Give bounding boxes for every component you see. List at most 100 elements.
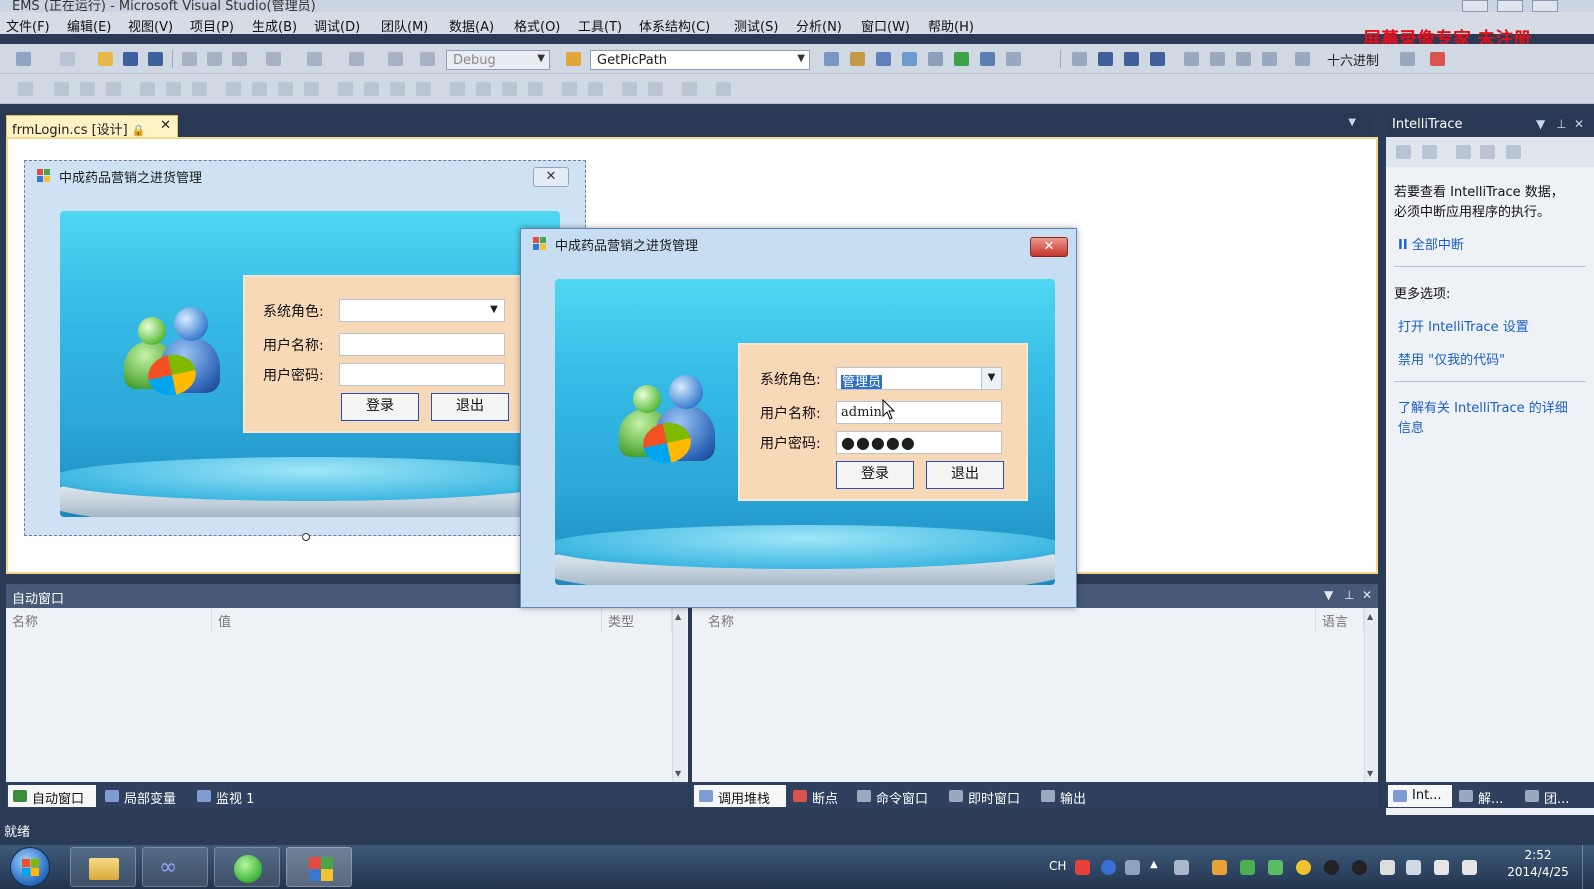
tab-breakpoints[interactable]: 断点 bbox=[788, 785, 852, 807]
add-item-icon[interactable] bbox=[60, 52, 75, 66]
solution-config-select[interactable]: Debug ▼ bbox=[446, 50, 550, 70]
close-tab-button[interactable]: ✕ bbox=[160, 118, 171, 133]
username-input[interactable]: admin bbox=[836, 401, 1002, 424]
step-out-icon[interactable] bbox=[1262, 52, 1277, 66]
navigate-forward-icon[interactable] bbox=[388, 52, 403, 66]
navigate-icon[interactable] bbox=[349, 52, 364, 66]
pin-icon[interactable]: ⊥ bbox=[1344, 588, 1354, 602]
center-horizontally-icon[interactable] bbox=[562, 82, 577, 96]
ems-app-icon[interactable] bbox=[286, 847, 352, 887]
device-icon[interactable] bbox=[1406, 860, 1421, 875]
break-all-icon[interactable] bbox=[1098, 52, 1113, 66]
center-vertically-icon[interactable] bbox=[588, 82, 603, 96]
column-value[interactable]: 值 bbox=[212, 608, 602, 632]
tab-solution-explorer[interactable]: 解... bbox=[1454, 785, 1518, 807]
column-name[interactable]: 名称 bbox=[6, 608, 212, 632]
tab-output[interactable]: 输出 bbox=[1036, 785, 1100, 807]
tab-team-explorer[interactable]: 团... bbox=[1520, 785, 1586, 807]
vertical-spacing-icon[interactable] bbox=[450, 82, 465, 96]
tab-intellitrace[interactable]: Int... bbox=[1388, 785, 1452, 807]
stop-debugging-icon[interactable] bbox=[1124, 52, 1139, 66]
menu-help[interactable]: 帮助(H) bbox=[928, 16, 974, 35]
align-rights-icon[interactable] bbox=[106, 82, 121, 96]
solution-explorer-icon[interactable] bbox=[824, 52, 839, 66]
find-combo[interactable]: GetPicPath ▼ bbox=[590, 50, 810, 70]
output-icon[interactable] bbox=[1430, 52, 1445, 66]
designer-form[interactable]: 中成药品营销之进货管理 ✕ 系统角色: ▼ 用户名称: 用户密码: 登录 退出 bbox=[24, 160, 586, 536]
cut-icon[interactable] bbox=[182, 52, 197, 66]
tab-auto-window[interactable]: 自动窗口 bbox=[8, 785, 96, 807]
start-debug-icon[interactable] bbox=[420, 52, 435, 66]
running-form-titlebar[interactable]: 中成药品营销之进货管理 ✕ bbox=[521, 229, 1076, 259]
menu-data[interactable]: 数据(A) bbox=[449, 16, 494, 35]
properties-icon[interactable] bbox=[850, 52, 865, 66]
filter-icon[interactable] bbox=[1422, 145, 1437, 159]
call-stack-scrollbar[interactable]: ▲ ▼ bbox=[1364, 608, 1378, 782]
scroll-up-icon[interactable]: ▲ bbox=[675, 612, 681, 621]
login-button[interactable]: 登录 bbox=[341, 393, 419, 421]
learn-more-link-line-1[interactable]: 了解有关 IntelliTrace 的详细 bbox=[1398, 397, 1568, 416]
decrease-horizontal-spacing-icon[interactable] bbox=[390, 82, 405, 96]
pin-icon[interactable]: ⊥ bbox=[1556, 117, 1566, 131]
menu-architecture[interactable]: 体系结构(C) bbox=[639, 16, 710, 35]
make-same-width-icon[interactable] bbox=[226, 82, 241, 96]
antivirus-icon[interactable] bbox=[1268, 860, 1283, 875]
open-file-icon[interactable] bbox=[98, 52, 113, 66]
help-icon[interactable] bbox=[1101, 860, 1116, 875]
break-all-link[interactable]: II 全部中断 bbox=[1398, 234, 1464, 253]
tab-call-stack[interactable]: 调用堆栈 bbox=[694, 785, 786, 807]
tab-immediate-window[interactable]: 即时窗口 bbox=[944, 785, 1036, 807]
exit-button[interactable]: 退出 bbox=[431, 393, 509, 421]
password-input[interactable]: ●●●●● bbox=[836, 431, 1002, 454]
disable-just-my-code-link[interactable]: 禁用 "仅我的代码" bbox=[1398, 349, 1505, 368]
copy-icon[interactable] bbox=[207, 52, 222, 66]
increase-vertical-spacing-icon[interactable] bbox=[476, 82, 491, 96]
extension-manager-icon[interactable] bbox=[928, 52, 943, 66]
scroll-down-icon[interactable]: ▼ bbox=[1367, 769, 1373, 778]
open-log-icon[interactable] bbox=[1456, 145, 1471, 159]
menu-edit[interactable]: 编辑(E) bbox=[67, 16, 111, 35]
qq-icon[interactable] bbox=[1324, 860, 1339, 875]
volume-icon[interactable] bbox=[1462, 860, 1477, 875]
align-to-grid-icon[interactable] bbox=[18, 82, 33, 96]
increase-horizontal-spacing-icon[interactable] bbox=[364, 82, 379, 96]
menu-file[interactable]: 文件(F) bbox=[6, 16, 50, 35]
toolbox-icon[interactable] bbox=[902, 52, 917, 66]
close-window-button[interactable] bbox=[1532, 0, 1558, 12]
scroll-down-icon[interactable]: ▼ bbox=[675, 769, 681, 778]
align-lefts-icon[interactable] bbox=[54, 82, 69, 96]
align-bottoms-icon[interactable] bbox=[192, 82, 207, 96]
object-browser-icon[interactable] bbox=[876, 52, 891, 66]
hex-display-toggle[interactable]: 十六进制 bbox=[1327, 50, 1379, 69]
menu-test[interactable]: 测试(S) bbox=[734, 16, 778, 35]
password-input[interactable] bbox=[339, 363, 505, 386]
undo-icon[interactable] bbox=[266, 52, 281, 66]
visual-studio-icon[interactable]: ∞ bbox=[142, 847, 208, 887]
close-window-button[interactable]: ✕ bbox=[1030, 237, 1068, 257]
show-desktop-button[interactable] bbox=[1582, 845, 1594, 889]
input-settings-icon[interactable] bbox=[1125, 860, 1140, 875]
input-language[interactable]: CH bbox=[1049, 859, 1066, 873]
role-select[interactable]: 管理员 ▼ bbox=[836, 367, 1002, 390]
menu-analyze[interactable]: 分析(N) bbox=[796, 16, 842, 35]
login-button[interactable]: 登录 bbox=[836, 461, 914, 489]
chevron-down-icon[interactable]: ▼ bbox=[1536, 117, 1545, 131]
paste-icon[interactable] bbox=[232, 52, 247, 66]
windows-icon[interactable] bbox=[1006, 52, 1021, 66]
chevron-down-icon[interactable]: ▼ bbox=[981, 368, 1001, 389]
size-to-grid-icon[interactable] bbox=[304, 82, 319, 96]
signal-icon[interactable] bbox=[1434, 860, 1449, 875]
continue-icon[interactable] bbox=[1072, 52, 1087, 66]
decrease-vertical-spacing-icon[interactable] bbox=[502, 82, 517, 96]
start-page-icon[interactable] bbox=[954, 52, 969, 66]
close-icon[interactable]: ✕ bbox=[1362, 588, 1372, 602]
menu-view[interactable]: 视图(V) bbox=[128, 16, 173, 35]
username-input[interactable] bbox=[339, 333, 505, 356]
menu-format[interactable]: 格式(O) bbox=[514, 16, 560, 35]
align-middles-icon[interactable] bbox=[166, 82, 181, 96]
flag-icon[interactable] bbox=[1380, 860, 1395, 875]
chevron-down-icon[interactable]: ▼ bbox=[1348, 117, 1356, 128]
command-window-icon[interactable] bbox=[980, 52, 995, 66]
align-tops-icon[interactable] bbox=[140, 82, 155, 96]
role-select[interactable]: ▼ bbox=[339, 299, 505, 322]
